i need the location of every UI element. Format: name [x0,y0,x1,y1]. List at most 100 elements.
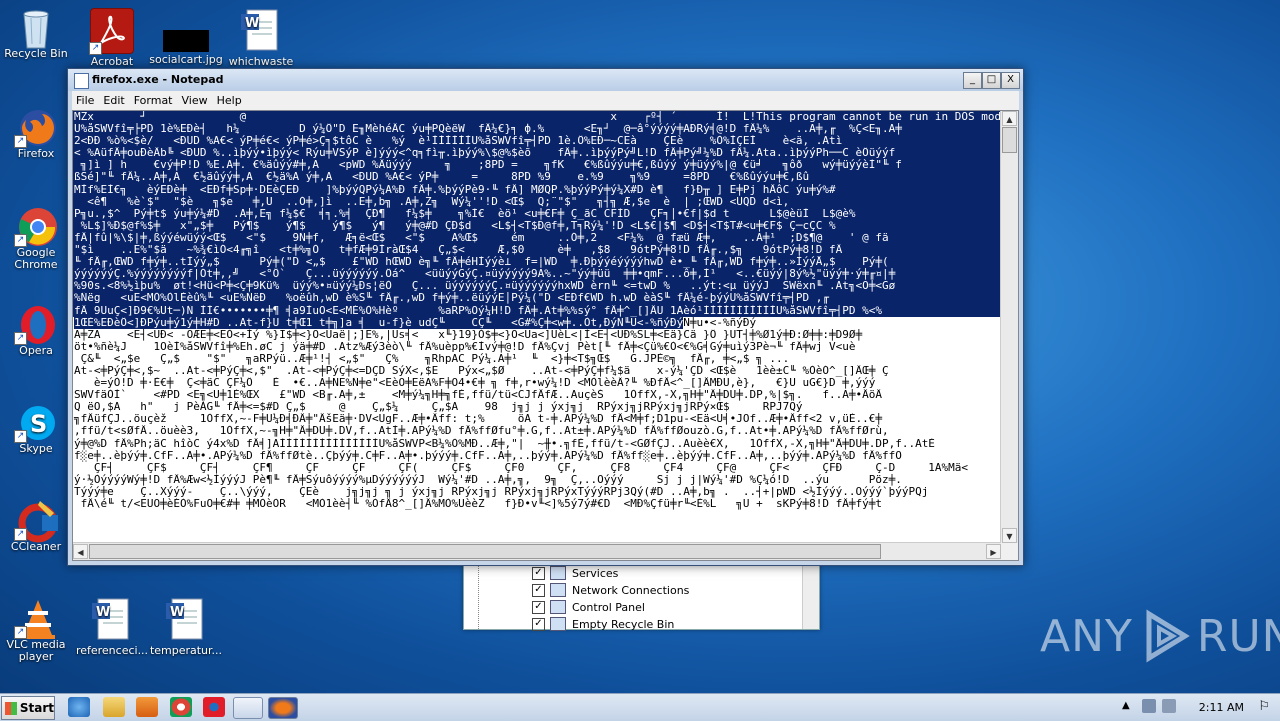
text-edit-area[interactable]: MZx ┘ @ x ┌º┤ ´ Í! L!This program cannot… [72,110,1019,561]
selected-text[interactable]: 2<ÐÐ %ò%<$è/ <ÐUD %A€< ýP╪é€< ýP╪é>Ç╕$tô… [74,135,843,148]
unselected-text[interactable]: ╗fÄüfÇJ..öuçèž 1ÒffX,~-F╪U¼Ð╡ÐÄ╪"ÄšEä╪·D… [74,413,882,425]
unselected-text[interactable]: ,ffü/t<sØfÄ..öuèè3, 1ÒffX,~-╗H╪"Ä╪DÜ╪.DV… [74,425,889,437]
scroll-thumb[interactable] [89,544,881,559]
text-line[interactable]: At-<╪PýÇ╪<,$~ ..At-<╪PýÇ╪<,$" .At-<╪PýÇ╪… [73,365,1001,377]
checkbox-checked-icon[interactable]: ✓ [532,600,545,614]
clock[interactable]: 2:11 AM [1199,701,1244,714]
text-line[interactable]: Ç&╙ <„$e Ç„$ "$" ╗aRPýü..Æ╪¹!┤ <„$" Ç% ╗… [73,353,1001,365]
text-content[interactable]: MZx ┘ @ x ┌º┤ ´ Í! L!This program cannot… [73,111,1001,543]
unselected-text[interactable]: fÄ\é╙ t/<EUÖ╪èÉÒ%FuÖ╪€#╪ ╪MÒèÒR <MÒ1èè┤╙… [74,498,882,510]
text-line[interactable]: <ê¶ %è`$" "$è ╗$e ╪,U ..Ó╪,]ì ..E╪,b╗ .A… [73,195,1001,208]
desktop-icon-recycle-bin[interactable]: Recycle Bin [0,6,75,60]
desktop-icon-vlc[interactable]: ↗ VLC media player [0,597,75,663]
desktop-icon-whichwaste[interactable]: W whichwaste [222,8,300,68]
minimize-button[interactable]: _ [963,72,982,89]
text-line[interactable]: Ü%åSWVfî╤├PD 1è%EÐè┤ h¼ D ý¼Ô"D E╖MèhéÄC… [73,123,1001,136]
text-line[interactable]: MÌf%EÌ€╗ èýEÐè╪ <EÐf╪Sp╪·DEèÇEÐ ]%þýýQPý… [73,183,1001,196]
title-bar[interactable]: firefox.exe - Notepad _ □ X [68,69,1023,91]
selected-text[interactable]: %L$]%Ð$@f%$╪ x"„$╪ Pý¶$ ý¶$ ý¶$ ý¶ ý╪@#D… [74,219,836,232]
text-line[interactable]: %Ñëg <uE<MÒ%ÒlÈèû%╙ <uE%ÑëÐ %oëûh,wD è%S… [73,292,1001,305]
text-line[interactable]: ╗fÄüfÇJ..öuçèž 1ÒffX,~-F╪U¼Ð╡ÐÄ╪"ÄšEä╪·D… [73,413,1001,425]
selected-text[interactable]: MZx ┘ @ x ┌º┤ ´ Í! L!This program cannot… [74,111,1001,123]
text-line[interactable]: fÄ\é╙ t/<EUÖ╪èÉÒ%FuÖ╪€#╪ ╪MÒèÒR <MÒ1èè┤╙… [73,498,1001,510]
selected-text[interactable]: %90s.<8%½ìþu% øt!<Hü<P╪<Ç╪9Kü% üýý%•¤üýý… [74,280,896,293]
selected-text[interactable]: ßSé]"╙ fÄ¼..A╪,A €½äûýý╪,A €½ä%A ý╪,A <Ð… [74,171,810,184]
selected-text[interactable]: ╙ fÄ╓,ŒWD f╪ý╪..tÌýý„$ Pý╪("D <„$ £"WD h… [74,256,889,269]
text-line[interactable]: f░e╪..èþýý╪.CfF..A╪•.APý¼%D fÄ%ffØtè..Çþ… [73,450,1001,462]
close-button[interactable]: X [1001,72,1020,89]
unselected-text[interactable]: Ñ╪u•<-%ñýÐý [683,317,756,329]
opera-taskbar-icon[interactable] [203,697,225,717]
text-line[interactable]: ÇF┤ ÇF$ ÇF┤ ÇF¶ ÇF ÇF ÇF( ÇF$ ÇF0 ÇF, ÇF… [73,462,1001,474]
unselected-text[interactable]: f░e╪..èþýý╪.CfF..A╪•.APý¼%D fÄ%ffØtè..Çþ… [74,450,902,462]
file-explorer-icon[interactable] [103,697,125,717]
text-line[interactable]: "$ì ..E%"$ä ~%¾€ìÓ<4╓╗î <t╪%╗Ò t╪fÆ╪9Ìrà… [73,244,1001,257]
selected-text[interactable]: %Ñëg <uE<MÒ%ÒlÈèû%╙ <uE%ÑëÐ %oëûh,wD è%S… [74,292,829,305]
vertical-scrollbar[interactable]: ▲ ▼ [1000,111,1018,543]
selected-text[interactable]: "$ì ..E%"$ä ~%¾€ìÓ<4╓╗î <t╪%╗Ò t╪fÆ╪9Ìrà… [74,244,843,257]
unselected-text[interactable]: öt•%ñè¼J 1ÖèÌ%åSWVfî╪%Eh.øC j ýä╪#D .Atz… [74,341,855,353]
media-player-icon[interactable] [136,697,158,717]
desktop-icon-ccleaner[interactable]: ↗ CCleaner [0,499,75,553]
text-line[interactable]: A╪ZA <E┤<UÐ< -ÖÆE╪<EÒ<+Ìý %}I$╪<}Ö<Üaë|;… [73,329,1001,341]
text-line[interactable]: Týýý╪e Ç..Xýýý- Ç..\ýýý, ÇEè j╗j╗j ╗ j ý… [73,486,1001,498]
menu-format[interactable]: Format [130,91,178,110]
text-line[interactable]: SWVfäÒÌ` <#PD <E╗<U╪1È%ŒX £"WD <B╓.A╪,± … [73,389,1001,401]
selected-text[interactable]: 1ŒÈ%EÐèÔ<]ÐPýu╪ý1ý╪H#D ..At-f}U t╪Œ1 t╪╗… [74,316,684,329]
text-line[interactable]: < %AüfÄ╪ouÐèÄb╚ <ÐUD %..ìþýý•ìþýý< Rýu╪V… [73,147,1001,160]
checkbox-checked-icon[interactable]: ✓ [532,566,545,580]
unselected-text[interactable]: Ç&╙ <„$e Ç„$ "$" ╗aRPýü..Æ╪¹!┤ <„$" Ç% ╗… [74,353,790,365]
start-button[interactable]: Start [1,696,55,720]
maximize-button[interactable]: □ [982,72,1001,89]
scroll-up-arrow-icon[interactable]: ▲ [1002,111,1017,126]
vertical-scrollbar[interactable] [802,559,819,629]
menu-view[interactable]: View [178,91,213,110]
tree-item-network-connections[interactable]: ✓ Network Connections [532,582,689,598]
text-line[interactable]: %90s.<8%½ìþu% øt!<Hü<P╪<Ç╪9Kü% üýý%•¤üýý… [73,280,1001,293]
text-line[interactable]: ╙ fÄ╓,ŒWD f╪ý╪..tÌýý„$ Pý╪("D <„$ £"WD h… [73,256,1001,269]
desktop-icon-skype[interactable]: S ↗ Skype [0,401,75,455]
desktop-icon-opera[interactable]: ↗ Opera [0,303,75,357]
selected-text[interactable]: ╗]ì ] h €vý╪P!D %E.A╪. €%äûýý#╪,A <pWD %… [74,159,902,172]
desktop-icon-referenceci[interactable]: W referenceci... [73,597,151,657]
selected-text[interactable]: < %AüfÄ╪ouÐèÄb╚ <ÐUD %..ìþýý•ìþýý< Rýu╪V… [74,147,896,160]
text-line[interactable]: 2<ÐÐ %ò%<$è/ <ÐUD %A€< ýP╪é€< ýP╪é>Ç╕$tô… [73,135,1001,148]
text-line[interactable]: %L$]%Ð$@f%$╪ x"„$╪ Pý¶$ ý¶$ ý¶$ ý¶ ý╪@#D… [73,219,1001,232]
text-line[interactable]: è=ýÒ!D ╪·È€╪ Ç<╪äC ÇF¼Ô È •€..A╪NE%Ñ╪e"<… [73,377,1001,389]
unselected-text[interactable]: Q ëÖ,$A h" j PèÀG╙ fÄ╪<=$#D Ç„$ @ Ç„$¼ Ç… [74,401,802,413]
text-line[interactable]: fÄ 9UuÇ<]Ð9€%Ut─)Ñ ÌÌ€•••••••╪¶ ╡a9ÌuÖ<E… [73,304,1001,317]
text-line[interactable]: ý╪@%D fÄ%Ph;äC hîòC ý4x%D fÄ╡]AÌÌÌÌÌÌÌÌÌ… [73,438,1001,450]
unselected-text[interactable]: è=ýÒ!D ╪·È€╪ Ç<╪äC ÇF¼Ô È •€..A╪NE%Ñ╪e"<… [74,377,875,389]
scroll-down-arrow-icon[interactable]: ▼ [1002,528,1017,543]
tree-item-services[interactable]: ✓ Services [532,565,618,581]
desktop-icon-acrobat[interactable]: ↗ Acrobat [73,8,151,68]
unselected-text[interactable]: ý╪@%D fÄ%Ph;äC hîòC ý4x%D fÄ╡]AÌÌÌÌÌÌÌÌÌ… [74,438,935,450]
desktop-icon-chrome[interactable]: ↗ Google Chrome [0,205,75,271]
horizontal-scrollbar[interactable]: ◀ ▶ [73,542,1001,560]
unselected-text[interactable]: At-<╪PýÇ╪<,$~ ..At-<╪PýÇ╪<,$" .At-<╪PýÇ╪… [74,365,889,377]
menu-help[interactable]: Help [213,91,247,110]
text-line[interactable]: ýýýýýýÇ.%ýýýýýýýýf|Ót╪,,╝ <°Ô` Ç...üýýýý… [73,268,1001,281]
internet-explorer-icon[interactable] [68,697,90,717]
selected-text[interactable]: fÄ|fû|%\$|╪,ßýýéwüýý<Œ$ <"$ 9Ñ╪f, Æ╕ë<Œ$… [74,231,889,244]
text-line[interactable]: ßSé]"╙ fÄ¼..A╪,A €½äûýý╪,A €½ä%A ý╪,A <Ð… [73,171,1001,184]
text-line[interactable]: ý·½ÒýýýýWý╪!D fÄ%Æw<½ÌýýýJ Pè¶╙ fÄ╪Sýuôý… [73,474,1001,486]
text-line[interactable]: 1ŒÈ%EÐèÔ<]ÐPýu╪ý1ý╪H#D ..At-f}U t╪Œ1 t╪╗… [73,316,1001,329]
selected-text[interactable]: P╗u.,$^ Pý╪t$ ýu╪ý¼#D .A╪,E╗ f¼$€ ╡╕.%╡ … [74,207,856,220]
tree-item-control-panel[interactable]: ✓ Control Panel [532,599,645,615]
scroll-thumb[interactable] [1002,127,1017,153]
tree-item-empty-recycle-bin[interactable]: ✓ Empty Recycle Bin [532,616,674,632]
text-line[interactable]: ╗]ì ] h €vý╪P!D %E.A╪. €%äûýý#╪,A <pWD %… [73,159,1001,172]
volume-tray-icon[interactable] [1162,699,1176,713]
unselected-text[interactable]: ý·½ÒýýýýWý╪!D fÄ%Æw<½ÌýýýJ Pè¶╙ fÄ╪Sýuôý… [74,474,902,486]
notepad-window[interactable]: firefox.exe - Notepad _ □ X File Edit Fo… [67,68,1024,566]
menu-edit[interactable]: Edit [99,91,129,110]
text-line[interactable]: fÄ|fû|%\$|╪,ßýýéwüýý<Œ$ <"$ 9Ñ╪f, Æ╕ë<Œ$… [73,231,1001,245]
action-center-flag-icon[interactable]: ⚐ [1258,699,1270,714]
background-explorer-window[interactable]: ✓ Services ✓ Network Connections ✓ Contr… [463,558,820,632]
desktop-icon-temperatur[interactable]: W temperatur... [147,597,225,657]
text-line[interactable]: Q ëÖ,$A h" j PèÀG╙ fÄ╪<=$#D Ç„$ @ Ç„$¼ Ç… [73,401,1001,413]
scroll-left-arrow-icon[interactable]: ◀ [73,544,88,559]
desktop-icon-firefox[interactable]: ↗ Firefox [0,106,75,160]
text-line[interactable]: ,ffü/t<sØfÄ..öuèè3, 1ÒffX,~-╗H╪"Ä╪DÜ╪.DV… [73,425,1001,437]
